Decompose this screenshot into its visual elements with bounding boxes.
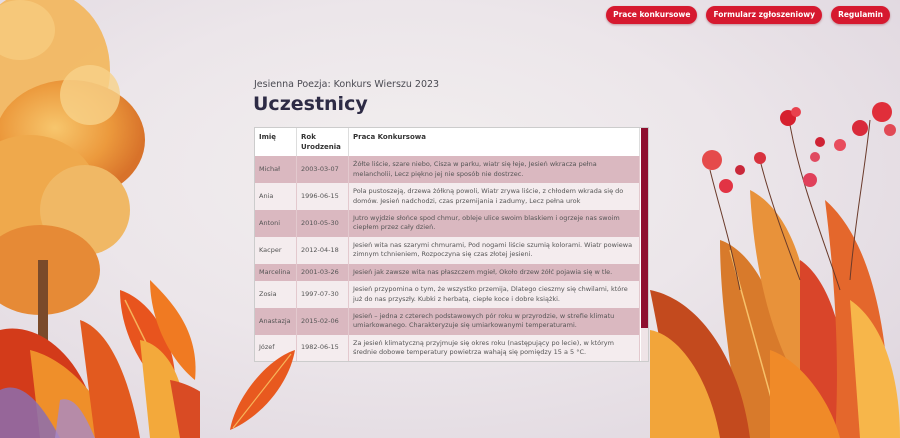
participants-table: Imię Rok Urodzenia Praca Konkursowa Mich…: [255, 128, 640, 361]
cell-birth-date: 1982-06-15: [296, 334, 349, 361]
cell-birth-date: 2012-04-18: [296, 236, 349, 264]
cell-name: Kacper: [255, 236, 297, 264]
nav-button-regulamin[interactable]: Regulamin: [831, 6, 890, 24]
cell-poem: Jesień jak zawsze wita nas płaszczem mgi…: [348, 263, 640, 282]
column-header-name: Imię: [255, 128, 297, 157]
table-header-row: Imię Rok Urodzenia Praca Konkursowa: [255, 128, 640, 157]
table-row: Józef 1982-06-15 Za jesień klimatyczną p…: [255, 334, 640, 361]
table-row: Anastazja 2015-02-06 Jesień – jedna z cz…: [255, 307, 640, 335]
table-row: Michał 2003-03-07 Żółte liście, szare ni…: [255, 156, 640, 184]
cell-birth-date: 1996-06-15: [296, 183, 349, 210]
cell-birth-date: 2015-02-06: [296, 307, 349, 335]
cell-name: Anastazja: [255, 307, 297, 335]
cell-poem: Jesień wita nas szarymi chmurami, Pod no…: [348, 236, 640, 264]
nav-button-formularz-zgloszeniowy[interactable]: Formularz zgłoszeniowy: [706, 6, 823, 24]
table-row: Kacper 2012-04-18 Jesień wita nas szarym…: [255, 236, 640, 264]
cell-poem: Jesień przypomina o tym, że wszystko prz…: [348, 281, 640, 308]
cell-poem: Jesień – jedna z czterech podstawowych p…: [348, 307, 640, 335]
cell-name: Michał: [255, 156, 297, 184]
page-title: Uczestnicy: [253, 93, 368, 115]
autumn-flowers-illustration-right: [650, 102, 900, 438]
column-header-contest-work: Praca Konkursowa: [348, 128, 640, 157]
cell-poem: Żółte liście, szare niebo, Cisza w parku…: [348, 156, 640, 184]
cell-name: Antoni: [255, 209, 297, 237]
cell-name: Marcelina: [255, 263, 297, 282]
participants-table-container[interactable]: Imię Rok Urodzenia Praca Konkursowa Mich…: [254, 127, 649, 362]
cell-poem: Jutro wyjdzie słońce spod chmur, obleje …: [348, 209, 640, 237]
cell-poem: Pola pustoszeją, drzewa żółkną powoli, W…: [348, 183, 640, 210]
table-row: Marcelina 2001-03-26 Jesień jak zawsze w…: [255, 263, 640, 282]
cell-name: Józef: [255, 334, 297, 361]
cell-poem: Za jesień klimatyczną przyjmuje się okre…: [348, 334, 640, 361]
table-scrollbar-thumb[interactable]: [641, 128, 648, 328]
cell-birth-date: 1997-07-30: [296, 281, 349, 308]
cell-birth-date: 2001-03-26: [296, 263, 349, 282]
cell-birth-date: 2003-03-07: [296, 156, 349, 184]
table-row: Antoni 2010-05-30 Jutro wyjdzie słońce s…: [255, 209, 640, 237]
table-scrollbar[interactable]: [641, 128, 648, 361]
cell-name: Ania: [255, 183, 297, 210]
contest-subtitle: Jesienna Poezja: Konkurs Wierszu 2023: [254, 79, 440, 90]
table-row: Ania 1996-06-15 Pola pustoszeją, drzewa …: [255, 183, 640, 210]
nav-button-prace-konkursowe[interactable]: Prace konkursowe: [606, 6, 698, 24]
column-header-birth-year: Rok Urodzenia: [296, 128, 349, 157]
cell-birth-date: 2010-05-30: [296, 209, 349, 237]
autumn-tree-illustration-left: [0, 0, 200, 438]
top-navigation: Prace konkursowe Formularz zgłoszeniowy …: [606, 6, 890, 24]
table-row: Zosia 1997-07-30 Jesień przypomina o tym…: [255, 281, 640, 308]
cell-name: Zosia: [255, 281, 297, 308]
